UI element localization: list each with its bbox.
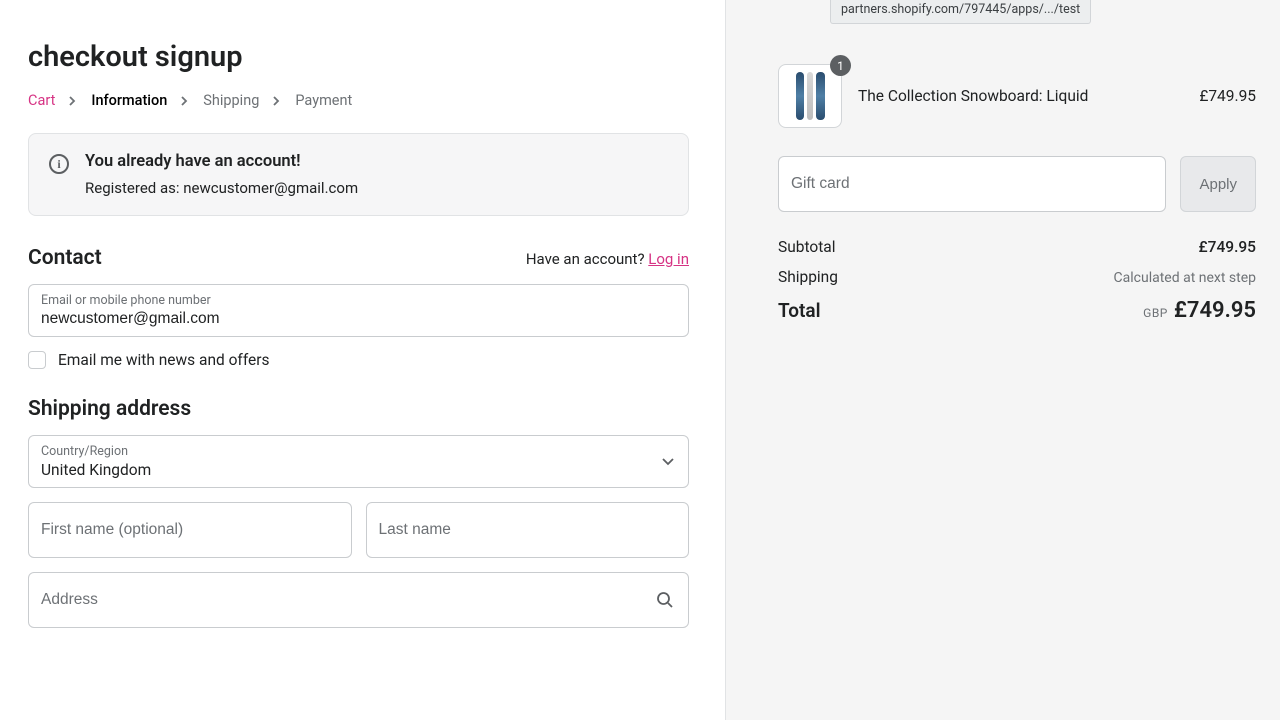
total-value: £749.95 — [1174, 298, 1256, 323]
line-item: 1 The Collection Snowboard: Liquid £749.… — [778, 64, 1256, 128]
chevron-right-icon — [69, 96, 77, 106]
country-value: United Kingdom — [41, 461, 676, 479]
first-name-input[interactable] — [41, 521, 339, 539]
url-tooltip: partners.shopify.com/797445/apps/.../tes… — [830, 0, 1091, 24]
notice-subtext: Registered as: newcustomer@gmail.com — [85, 179, 358, 197]
country-label: Country/Region — [41, 444, 676, 459]
quantity-badge: 1 — [830, 55, 851, 76]
notice-title: You already have an account! — [85, 152, 358, 171]
subtotal-label: Subtotal — [778, 238, 835, 256]
page-title: checkout signup — [28, 40, 689, 74]
shipping-value: Calculated at next step — [1114, 270, 1256, 286]
search-icon[interactable] — [656, 591, 674, 609]
breadcrumb-shipping: Shipping — [203, 92, 259, 109]
breadcrumb-payment: Payment — [295, 92, 352, 109]
have-account-text: Have an account? — [526, 250, 648, 268]
chevron-down-icon — [662, 458, 674, 466]
info-icon: i — [49, 154, 69, 174]
apply-button[interactable]: Apply — [1180, 156, 1256, 212]
product-price: £749.95 — [1199, 87, 1256, 105]
account-exists-notice: i You already have an account! Registere… — [28, 133, 689, 216]
total-label: Total — [778, 299, 821, 322]
chevron-right-icon — [181, 96, 189, 106]
total-currency: GBP — [1143, 306, 1168, 320]
breadcrumb-information: Information — [91, 92, 167, 109]
login-link[interactable]: Log in — [648, 250, 689, 268]
product-thumbnail — [778, 64, 842, 128]
email-label: Email or mobile phone number — [41, 293, 676, 308]
email-field[interactable]: Email or mobile phone number — [28, 284, 689, 337]
subscribe-label: Email me with news and offers — [58, 351, 270, 369]
contact-heading: Contact — [28, 246, 102, 270]
email-input[interactable] — [41, 310, 676, 328]
chevron-right-icon — [273, 96, 281, 106]
country-select[interactable]: Country/Region United Kingdom — [28, 435, 689, 488]
subscribe-checkbox[interactable] — [28, 351, 46, 369]
address-field[interactable] — [28, 572, 689, 628]
checkout-main: checkout signup Cart Information Shippin… — [0, 0, 725, 720]
gift-card-input[interactable] — [791, 175, 1153, 193]
last-name-field[interactable] — [366, 502, 690, 558]
product-name: The Collection Snowboard: Liquid — [858, 87, 1183, 105]
gift-card-field[interactable] — [778, 156, 1166, 212]
last-name-input[interactable] — [379, 521, 677, 539]
address-input[interactable] — [41, 591, 676, 609]
breadcrumb-cart[interactable]: Cart — [28, 92, 55, 109]
first-name-field[interactable] — [28, 502, 352, 558]
shipping-address-heading: Shipping address — [28, 397, 191, 421]
subtotal-value: £749.95 — [1199, 238, 1256, 256]
shipping-label: Shipping — [778, 268, 838, 286]
order-summary: partners.shopify.com/797445/apps/.../tes… — [725, 0, 1280, 720]
breadcrumb: Cart Information Shipping Payment — [28, 92, 689, 109]
